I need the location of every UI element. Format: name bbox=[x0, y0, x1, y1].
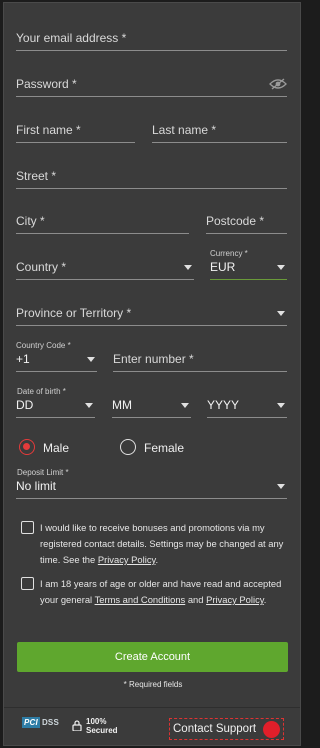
registration-form: Your email address * Password * First na… bbox=[3, 2, 301, 746]
street-field[interactable]: Street * bbox=[16, 169, 287, 189]
deposit-limit-value: No limit bbox=[16, 479, 57, 493]
deposit-limit-label: Deposit Limit * bbox=[17, 468, 69, 477]
female-radio[interactable] bbox=[120, 439, 136, 455]
chevron-down-icon bbox=[277, 265, 285, 270]
city-placeholder: City * bbox=[16, 214, 45, 228]
female-label[interactable]: Female bbox=[144, 441, 184, 455]
pci-text: DSS bbox=[41, 718, 59, 727]
country-select[interactable]: Country * bbox=[16, 260, 194, 280]
age-text-and: and bbox=[185, 594, 207, 605]
age-text-end: . bbox=[263, 594, 267, 605]
currency-select[interactable]: EUR bbox=[210, 260, 287, 280]
secured-text: Secured bbox=[86, 726, 118, 735]
pci-dss-logo: PCI DSS bbox=[22, 717, 59, 728]
dob-day-select[interactable]: DD bbox=[16, 398, 95, 418]
currency-value: EUR bbox=[210, 260, 236, 274]
age-privacy-link[interactable]: Privacy Policy bbox=[206, 594, 264, 605]
dob-month-value: MM bbox=[112, 398, 132, 412]
dob-day-value: DD bbox=[16, 398, 34, 412]
chevron-down-icon bbox=[277, 484, 285, 489]
postcode-field[interactable]: Postcode * bbox=[206, 214, 287, 234]
email-field[interactable]: Your email address * bbox=[16, 31, 287, 51]
contact-support-button[interactable]: Contact Support bbox=[169, 718, 284, 740]
password-placeholder: Password * bbox=[16, 77, 77, 91]
dob-year-value: YYYY bbox=[207, 398, 240, 412]
bonus-checkbox[interactable] bbox=[21, 521, 34, 534]
dob-month-select[interactable]: MM bbox=[112, 398, 191, 418]
secured-percent: 100% bbox=[86, 717, 107, 726]
chevron-down-icon bbox=[277, 403, 285, 408]
bonus-text-end: . bbox=[155, 554, 159, 565]
lock-icon bbox=[72, 720, 82, 731]
chevron-down-icon bbox=[277, 311, 285, 316]
contact-support-label: Contact Support bbox=[173, 723, 257, 735]
age-consent-text: I am 18 years of age or older and have r… bbox=[40, 576, 285, 608]
country-code-label: Country Code * bbox=[16, 341, 71, 350]
terms-link[interactable]: Terms and Conditions bbox=[95, 594, 186, 605]
currency-label: Currency * bbox=[210, 249, 248, 258]
bonus-text: I would like to receive bonuses and prom… bbox=[40, 522, 284, 565]
eye-slash-icon[interactable] bbox=[269, 78, 287, 90]
first-name-placeholder: First name * bbox=[16, 123, 81, 137]
male-label[interactable]: Male bbox=[43, 441, 69, 455]
postcode-placeholder: Postcode * bbox=[206, 214, 265, 228]
last-name-field[interactable]: Last name * bbox=[152, 123, 287, 143]
last-name-placeholder: Last name * bbox=[152, 123, 217, 137]
required-fields-note: * Required fields bbox=[123, 680, 183, 689]
country-code-select[interactable]: +1 bbox=[16, 352, 97, 372]
secured-badge: 100% Secured bbox=[86, 717, 118, 735]
bonus-consent-text: I would like to receive bonuses and prom… bbox=[40, 520, 285, 568]
first-name-field[interactable]: First name * bbox=[16, 123, 135, 143]
country-placeholder: Country * bbox=[16, 260, 67, 274]
dob-year-select[interactable]: YYYY bbox=[207, 398, 287, 418]
street-placeholder: Street * bbox=[16, 169, 57, 183]
age-checkbox[interactable] bbox=[21, 577, 34, 590]
chevron-down-icon bbox=[85, 403, 93, 408]
create-account-button[interactable]: Create Account bbox=[17, 642, 288, 672]
male-radio[interactable] bbox=[19, 439, 35, 455]
deposit-limit-select[interactable]: No limit bbox=[16, 479, 287, 499]
password-field[interactable]: Password * bbox=[16, 77, 287, 97]
chevron-down-icon bbox=[184, 265, 192, 270]
chevron-down-icon bbox=[181, 403, 189, 408]
bonus-privacy-link[interactable]: Privacy Policy bbox=[98, 554, 156, 565]
province-select[interactable]: Province or Territory * bbox=[16, 306, 287, 326]
country-code-value: +1 bbox=[16, 352, 30, 366]
chat-bubble-icon bbox=[263, 721, 280, 738]
city-field[interactable]: City * bbox=[16, 214, 189, 234]
phone-number-field[interactable]: Enter number * bbox=[113, 352, 287, 372]
phone-placeholder: Enter number * bbox=[113, 352, 194, 366]
pci-mark: PCI bbox=[22, 717, 40, 728]
province-placeholder: Province or Territory * bbox=[16, 306, 132, 320]
chevron-down-icon bbox=[87, 357, 95, 362]
footer: PCI DSS 100% Secured Contact Support bbox=[4, 707, 300, 745]
dob-label: Date of birth * bbox=[17, 387, 66, 396]
email-placeholder: Your email address * bbox=[16, 31, 127, 45]
